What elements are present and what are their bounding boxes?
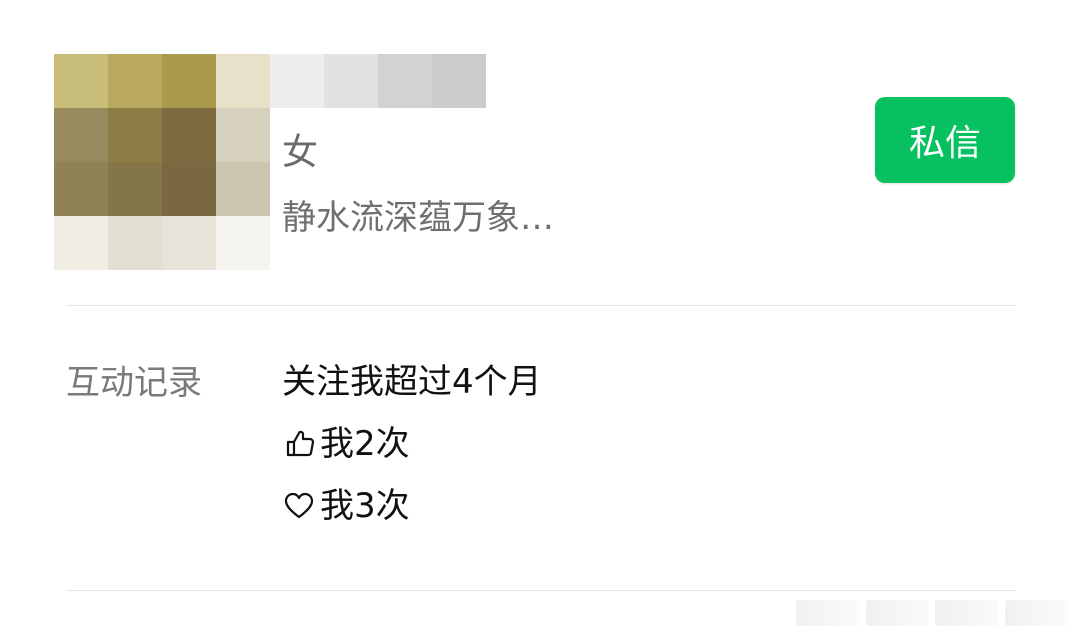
avatar-pixel (54, 108, 108, 162)
avatar-pixel (108, 108, 162, 162)
avatar-pixel (162, 162, 216, 216)
watermark (796, 600, 1068, 626)
record-text: 我2次 (320, 424, 410, 464)
avatar-pixel (162, 108, 216, 162)
gender-label: 女 (282, 132, 319, 173)
thumbs-up-icon (282, 427, 316, 461)
watermark-segment (935, 600, 999, 626)
avatar-pixelated[interactable] (54, 54, 270, 270)
signature-text: 静水流深蕴万象… (282, 198, 554, 238)
avatar-pixel (108, 162, 162, 216)
interaction-record-label: 互动记录 (66, 363, 202, 403)
record-text: 关注我超过4个月 (282, 362, 542, 402)
avatar-pixel (54, 216, 108, 270)
record-likes: 我2次 (282, 422, 542, 466)
avatar-pixel (54, 162, 108, 216)
avatar-pixel (216, 108, 270, 162)
avatar-pixel (108, 216, 162, 270)
record-text: 我3次 (320, 486, 410, 526)
nickname-blur-block (432, 54, 486, 108)
avatar-pixel (162, 54, 216, 108)
heart-icon (282, 489, 316, 523)
nickname-blurred (270, 54, 486, 108)
interaction-records: 关注我超过4个月 我2次 我3次 (282, 360, 542, 546)
avatar-pixel (108, 54, 162, 108)
record-follow-duration: 关注我超过4个月 (282, 360, 542, 404)
nickname-blur-block (378, 54, 432, 108)
avatar-pixel (216, 162, 270, 216)
avatar-pixel (162, 216, 216, 270)
nickname-blur-block (324, 54, 378, 108)
nickname-blur-block (270, 54, 324, 108)
divider (66, 305, 1015, 306)
watermark-segment (796, 600, 860, 626)
private-message-button[interactable]: 私信 (875, 97, 1015, 183)
avatar-pixel (216, 54, 270, 108)
watermark-segment (865, 600, 929, 626)
watermark-segment (1004, 600, 1068, 626)
divider (66, 590, 1015, 591)
record-favorites: 我3次 (282, 484, 542, 528)
avatar-pixel (54, 54, 108, 108)
avatar-pixel (216, 216, 270, 270)
